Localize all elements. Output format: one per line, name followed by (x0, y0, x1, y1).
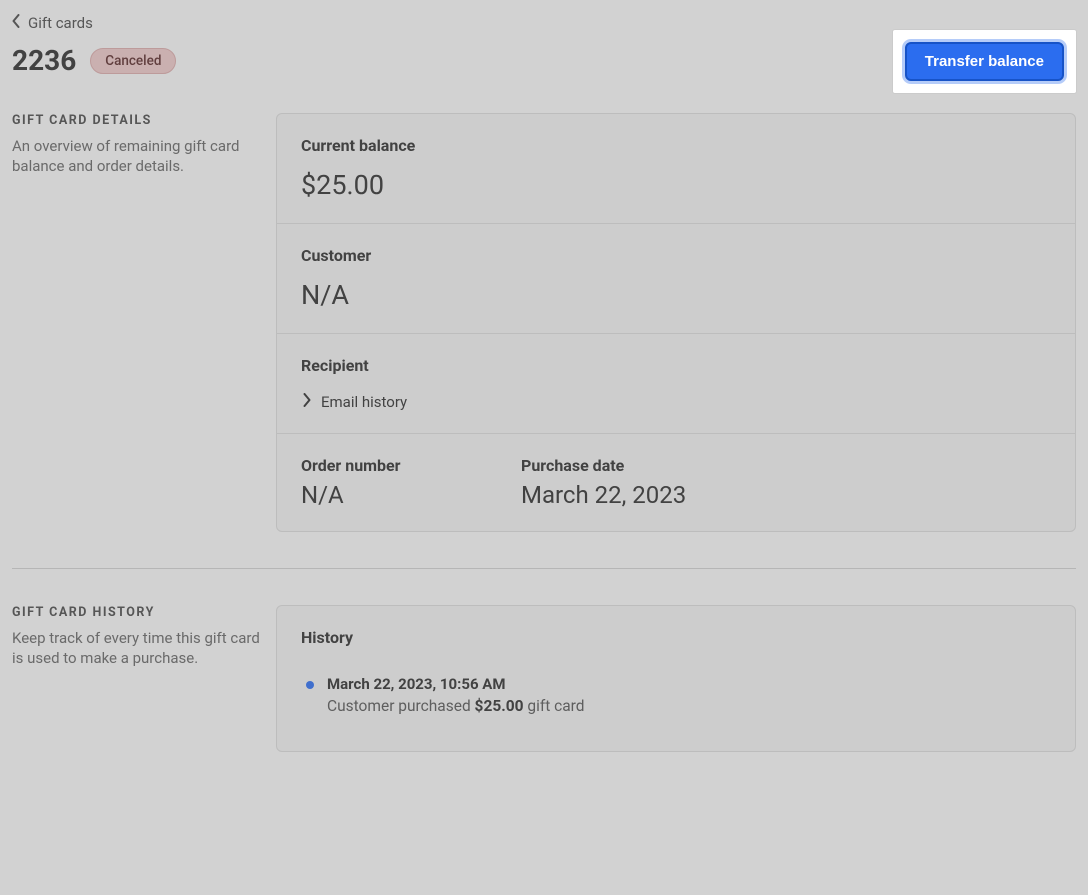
transfer-balance-button[interactable]: Transfer balance (905, 42, 1064, 81)
purchase-date-value: March 22, 2023 (521, 481, 1051, 509)
history-section-description: Keep track of every time this gift card … (12, 628, 264, 669)
chevron-right-icon (303, 393, 311, 411)
balance-value: $25.00 (301, 169, 1051, 201)
section-divider (12, 568, 1076, 569)
chevron-left-icon (12, 14, 20, 32)
order-number-value: N/A (301, 481, 521, 509)
history-card: History March 22, 2023, 10:56 AM Custome… (276, 605, 1076, 752)
customer-value: N/A (301, 279, 1051, 311)
details-section-heading: GIFT CARD DETAILS (12, 113, 264, 128)
recipient-label: Recipient (301, 356, 1051, 375)
email-history-toggle[interactable]: Email history (303, 393, 407, 411)
customer-label: Customer (301, 246, 1051, 265)
action-highlight: Transfer balance (893, 30, 1076, 93)
details-section-description: An overview of remaining gift card balan… (12, 136, 264, 177)
breadcrumb-label: Gift cards (28, 14, 93, 32)
purchase-date-label: Purchase date (521, 456, 1051, 475)
details-card: Current balance $25.00 Customer N/A Reci… (276, 113, 1076, 532)
timeline-dot-icon (306, 681, 314, 689)
history-item-text: Customer purchased $25.00 gift card (327, 697, 1051, 715)
breadcrumb-gift-cards[interactable]: Gift cards (12, 12, 93, 34)
balance-label: Current balance (301, 136, 1051, 155)
order-number-label: Order number (301, 456, 521, 475)
history-title: History (301, 628, 1051, 647)
history-item-timestamp: March 22, 2023, 10:56 AM (327, 675, 1051, 693)
history-item: March 22, 2023, 10:56 AM Customer purcha… (301, 675, 1051, 715)
page-title: 2236 (12, 44, 76, 77)
email-history-label: Email history (321, 393, 407, 411)
status-badge: Canceled (90, 48, 176, 74)
history-section-heading: GIFT CARD HISTORY (12, 605, 264, 620)
